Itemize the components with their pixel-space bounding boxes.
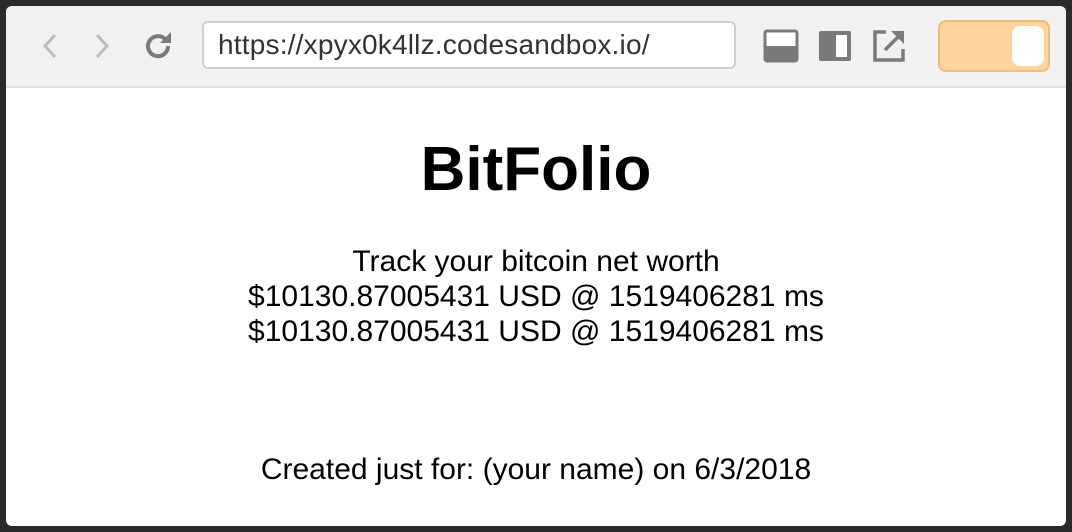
side-panel-button[interactable] bbox=[816, 27, 854, 65]
layout-side-panel-icon bbox=[819, 31, 851, 61]
layout-bottom-panel-icon bbox=[763, 29, 799, 63]
url-text: https://xpyx0k4llz.codesandbox.io/ bbox=[218, 29, 650, 60]
footer-text: Created just for: (your name) on 6/3/201… bbox=[260, 453, 812, 486]
open-external-icon bbox=[873, 30, 905, 62]
open-external-button[interactable] bbox=[870, 27, 908, 65]
toggle-knob bbox=[1012, 26, 1044, 66]
price-line: $10130.87005431 USD @ 1519406281 ms bbox=[248, 280, 824, 313]
page-title: BitFolio bbox=[420, 135, 652, 204]
price-line: $10130.87005431 USD @ 1519406281 ms bbox=[248, 315, 824, 348]
preview-toggle[interactable] bbox=[938, 20, 1050, 72]
chevron-right-icon bbox=[95, 33, 110, 59]
bottom-panel-button[interactable] bbox=[762, 27, 800, 65]
page-subtitle: Track your bitcoin net worth bbox=[352, 245, 720, 278]
reload-icon bbox=[146, 32, 171, 59]
page-content: BitFolio Track your bitcoin net worth $1… bbox=[6, 88, 1066, 526]
browser-window: https://xpyx0k4llz.codesandbox.io/ BitFo… bbox=[6, 6, 1066, 526]
browser-toolbar: https://xpyx0k4llz.codesandbox.io/ bbox=[6, 6, 1066, 88]
chevron-left-icon bbox=[42, 33, 57, 59]
address-bar[interactable]: https://xpyx0k4llz.codesandbox.io/ bbox=[202, 21, 736, 69]
reload-button[interactable] bbox=[140, 28, 176, 64]
forward-button[interactable] bbox=[84, 28, 120, 64]
back-button[interactable] bbox=[32, 28, 68, 64]
